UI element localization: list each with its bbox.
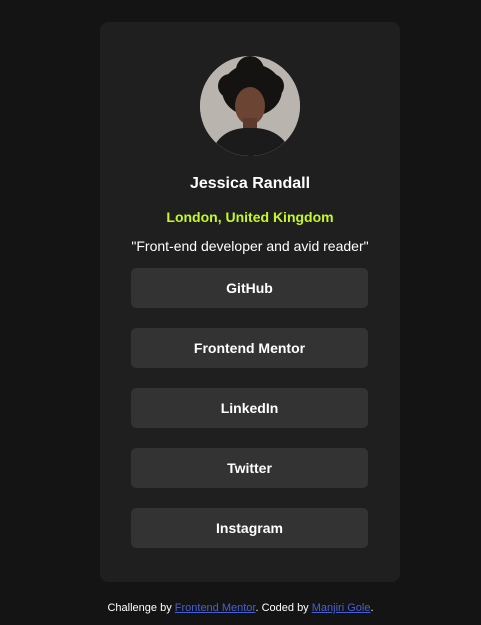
profile-card: Jessica Randall London, United Kingdom "… [100,22,400,582]
challenge-link[interactable]: Frontend Mentor [175,602,256,614]
footer-prefix: Challenge by [107,602,175,614]
attribution-footer: Challenge by Frontend Mentor. Coded by M… [0,601,481,615]
profile-bio: "Front-end developer and avid reader" [131,238,369,254]
github-link-button[interactable]: GitHub [131,268,368,308]
avatar-photo [200,56,300,156]
instagram-link-button[interactable]: Instagram [131,508,368,548]
footer-middle: . Coded by [255,602,312,614]
profile-name: Jessica Randall [189,175,311,192]
social-links: GitHub Frontend Mentor LinkedIn Twitter … [131,268,368,568]
profile-location: London, United Kingdom [166,209,334,225]
frontend-mentor-link-button[interactable]: Frontend Mentor [131,328,368,368]
linkedin-link-button[interactable]: LinkedIn [131,388,368,428]
twitter-link-button[interactable]: Twitter [131,448,368,488]
footer-suffix: . [370,602,374,614]
avatar [200,56,300,156]
author-link[interactable]: Manjiri Gole [312,602,371,614]
